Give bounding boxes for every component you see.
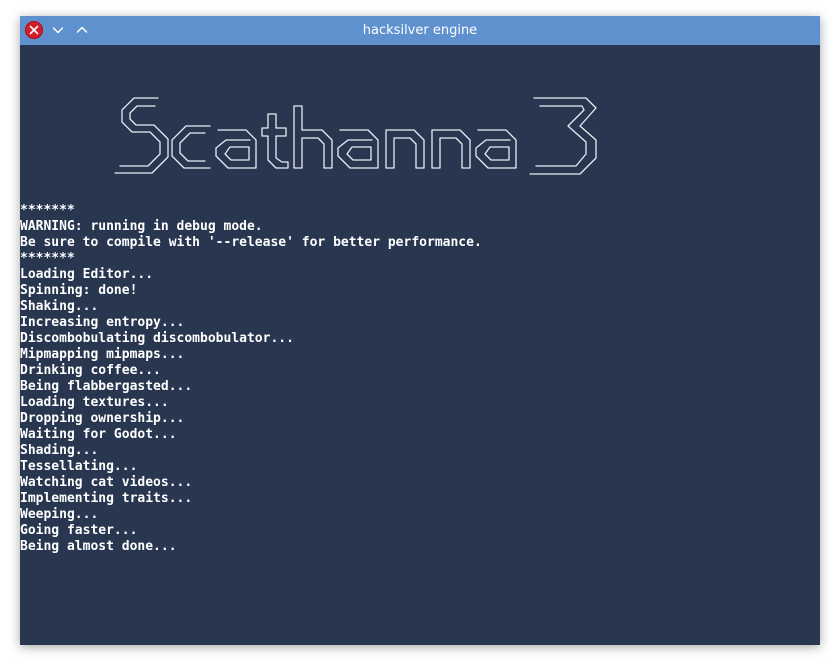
app-window: hacksilver engine ******* WARNING: runni… <box>20 16 820 645</box>
console-line: Increasing entropy... <box>20 315 185 330</box>
console-line: WARNING: running in debug mode. <box>20 219 263 234</box>
console-line: Spinning: done! <box>20 283 138 298</box>
console-log: ******* WARNING: running in debug mode. Be… <box>20 203 482 555</box>
console-line: Drinking coffee... <box>20 363 161 378</box>
console-line: Dropping ownership... <box>20 411 185 426</box>
console-line: Waiting for Godot... <box>20 427 177 442</box>
console-line: Shaking... <box>20 299 99 314</box>
console-line: ******* <box>20 251 75 266</box>
maximize-button[interactable] <box>74 22 90 38</box>
console-line: Going faster... <box>20 523 138 538</box>
close-button[interactable] <box>25 21 43 39</box>
console-line: Be sure to compile with '--release' for … <box>20 235 482 250</box>
console-line: Loading textures... <box>20 395 169 410</box>
console-line: Implementing traits... <box>20 491 193 506</box>
console-line: Discombobulating discombobulator... <box>20 331 294 346</box>
chevron-down-icon <box>52 27 64 34</box>
console-line: Watching cat videos... <box>20 475 193 490</box>
console-line: Shading... <box>20 443 99 458</box>
console-line: Being flabbergasted... <box>20 379 193 394</box>
chevron-up-icon <box>76 26 88 33</box>
console-output-area[interactable]: ******* WARNING: running in debug mode. Be… <box>20 45 820 645</box>
minimize-button[interactable] <box>50 22 66 38</box>
ascii-art-logo <box>114 97 597 175</box>
console-line: Mipmapping mipmaps... <box>20 347 185 362</box>
title-bar[interactable]: hacksilver engine <box>20 16 820 45</box>
console-line: Tessellating... <box>20 459 138 474</box>
console-line: ******* <box>20 203 75 218</box>
console-line: Being almost done... <box>20 539 177 554</box>
close-icon <box>29 25 39 35</box>
console-line: Loading Editor... <box>20 267 154 282</box>
console-line: Weeping... <box>20 507 99 522</box>
window-title: hacksilver engine <box>362 23 478 38</box>
